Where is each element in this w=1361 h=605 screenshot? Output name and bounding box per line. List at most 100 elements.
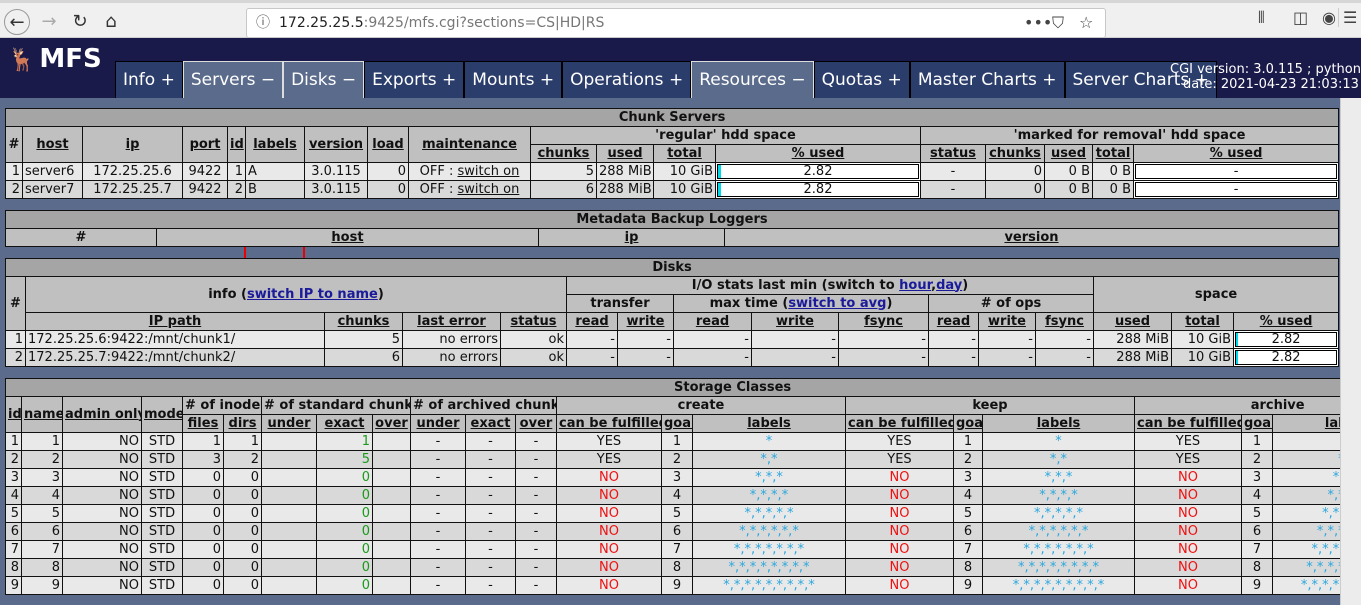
col-header[interactable]: read: [928, 312, 979, 331]
table-cell: -: [465, 504, 516, 523]
col-header[interactable]: % used: [1132, 144, 1340, 163]
col-header-load[interactable]: load: [367, 126, 409, 163]
col-header[interactable]: % used: [715, 144, 921, 163]
col-header[interactable]: used: [596, 144, 654, 163]
col-header-labels[interactable]: labels: [245, 126, 305, 163]
more-icon[interactable]: •••: [1024, 9, 1052, 37]
nav-tab-info[interactable]: Info +: [115, 61, 183, 98]
bookmark-star-icon[interactable]: ☆: [1079, 9, 1093, 37]
col-header[interactable]: exact: [316, 414, 373, 433]
table-cell: -: [465, 540, 516, 559]
sidebar-icon[interactable]: ◫: [1293, 8, 1308, 27]
col-header[interactable]: last error: [402, 312, 501, 331]
library-icon[interactable]: ⫴: [1258, 8, 1265, 28]
col-header[interactable]: total: [1092, 144, 1134, 163]
col-header[interactable]: dirs: [223, 414, 262, 433]
col-header[interactable]: admin only: [62, 396, 142, 433]
account-icon[interactable]: ◉: [1322, 8, 1336, 27]
col-header[interactable]: under: [410, 414, 466, 433]
col-header[interactable]: exact: [465, 414, 516, 433]
col-header[interactable]: over: [515, 414, 557, 433]
table-cell: 10 GiB: [653, 162, 716, 181]
col-header[interactable]: labels: [692, 414, 846, 433]
col-header[interactable]: read: [566, 312, 618, 331]
col-header[interactable]: under: [261, 414, 317, 433]
col-header[interactable]: read: [673, 312, 752, 331]
col-header[interactable]: % used: [1232, 312, 1340, 331]
switch-to-avg-link[interactable]: switch to avg: [788, 296, 886, 311]
col-header-ip[interactable]: ip: [538, 228, 725, 247]
nav-tab-exports[interactable]: Exports +: [364, 61, 465, 98]
col-header[interactable]: mode: [141, 396, 183, 433]
col-header[interactable]: used: [1044, 144, 1093, 163]
col-header[interactable]: can be fulfilled: [556, 414, 662, 433]
col-header[interactable]: write: [617, 312, 674, 331]
col-header[interactable]: id: [5, 396, 22, 433]
metadata-loggers-table: Metadata Backup Loggers # host ip versio…: [5, 210, 1339, 247]
col-header[interactable]: labels: [982, 414, 1135, 433]
forward-button-icon[interactable]: →: [36, 9, 62, 35]
col-header[interactable]: total: [1171, 312, 1234, 331]
back-button-icon[interactable]: ←: [4, 9, 30, 35]
col-header[interactable]: chunks: [324, 312, 403, 331]
col-header[interactable]: status: [500, 312, 567, 331]
table-cell: [261, 432, 317, 451]
col-header[interactable]: fsync: [1035, 312, 1094, 331]
nav-tab-mounts[interactable]: Mounts +: [464, 61, 563, 98]
col-header-host[interactable]: host: [22, 126, 83, 163]
col-header-version[interactable]: version: [724, 228, 1339, 247]
table-cell: 1: [5, 432, 22, 451]
maintenance-cell: OFF : switch on: [408, 180, 531, 199]
table-cell: STD: [141, 450, 183, 469]
hour-link[interactable]: hour: [899, 278, 931, 293]
col-header[interactable]: goal: [953, 414, 983, 433]
col-header[interactable]: name: [21, 396, 63, 433]
table-cell: [261, 504, 317, 523]
col-header[interactable]: chunks: [985, 144, 1045, 163]
switch-on-link[interactable]: switch on: [458, 164, 520, 179]
switch-on-link[interactable]: switch on: [458, 182, 520, 197]
vertical-scrollbar[interactable]: [1340, 98, 1361, 605]
table-cell: 288 MiB: [1093, 330, 1172, 349]
col-header[interactable]: can be fulfilled: [845, 414, 954, 433]
menu-icon[interactable]: ☰: [1338, 8, 1357, 27]
nav-tab-operations[interactable]: Operations +: [562, 61, 692, 98]
table-cell: 0: [182, 468, 224, 487]
col-header[interactable]: goal: [1241, 414, 1273, 433]
nav-tab-resources[interactable]: Resources −: [691, 61, 814, 98]
col-header[interactable]: write: [751, 312, 839, 331]
col-header[interactable]: files: [182, 414, 224, 433]
col-header[interactable]: fsync: [838, 312, 929, 331]
col-header[interactable]: over: [372, 414, 411, 433]
col-header[interactable]: labels: [1271, 414, 1340, 433]
col-header[interactable]: IP path: [25, 312, 325, 331]
table-cell: 5: [530, 162, 597, 181]
col-header-ip[interactable]: ip: [82, 126, 183, 163]
col-header[interactable]: goal: [661, 414, 693, 433]
home-icon[interactable]: ⌂: [98, 9, 124, 35]
col-header-id[interactable]: id: [227, 126, 246, 163]
col-header[interactable]: total: [653, 144, 716, 163]
col-header-maintenance[interactable]: maintenance: [408, 126, 531, 163]
nav-tab-master[interactable]: Master Charts +: [909, 61, 1065, 98]
url-bar[interactable]: ⓘ 172.25.25.5:9425/mfs.cgi?sections=CS|HD…: [246, 8, 1106, 38]
table-cell: 6: [324, 348, 403, 367]
col-header-host[interactable]: host: [156, 228, 539, 247]
col-header-port[interactable]: port: [182, 126, 228, 163]
reload-icon[interactable]: ↻: [67, 9, 93, 35]
site-info-icon[interactable]: ⓘ: [256, 9, 270, 37]
table-cell: 0: [223, 486, 262, 505]
col-header[interactable]: status: [920, 144, 986, 163]
group-header: archive: [1133, 396, 1340, 415]
nav-tab-quotas[interactable]: Quotas +: [813, 61, 910, 98]
col-header[interactable]: used: [1093, 312, 1172, 331]
col-header[interactable]: can be fulfilled: [1134, 414, 1242, 433]
pocket-icon[interactable]: ⛉: [1052, 9, 1064, 37]
col-header[interactable]: chunks: [530, 144, 597, 163]
day-link[interactable]: day: [936, 278, 962, 293]
col-header[interactable]: write: [978, 312, 1036, 331]
switch-ip-to-name-link[interactable]: switch IP to name: [247, 287, 378, 302]
col-header-version[interactable]: version: [304, 126, 368, 163]
nav-tab-servers[interactable]: Servers −: [182, 61, 284, 98]
nav-tab-disks[interactable]: Disks −: [283, 61, 365, 98]
